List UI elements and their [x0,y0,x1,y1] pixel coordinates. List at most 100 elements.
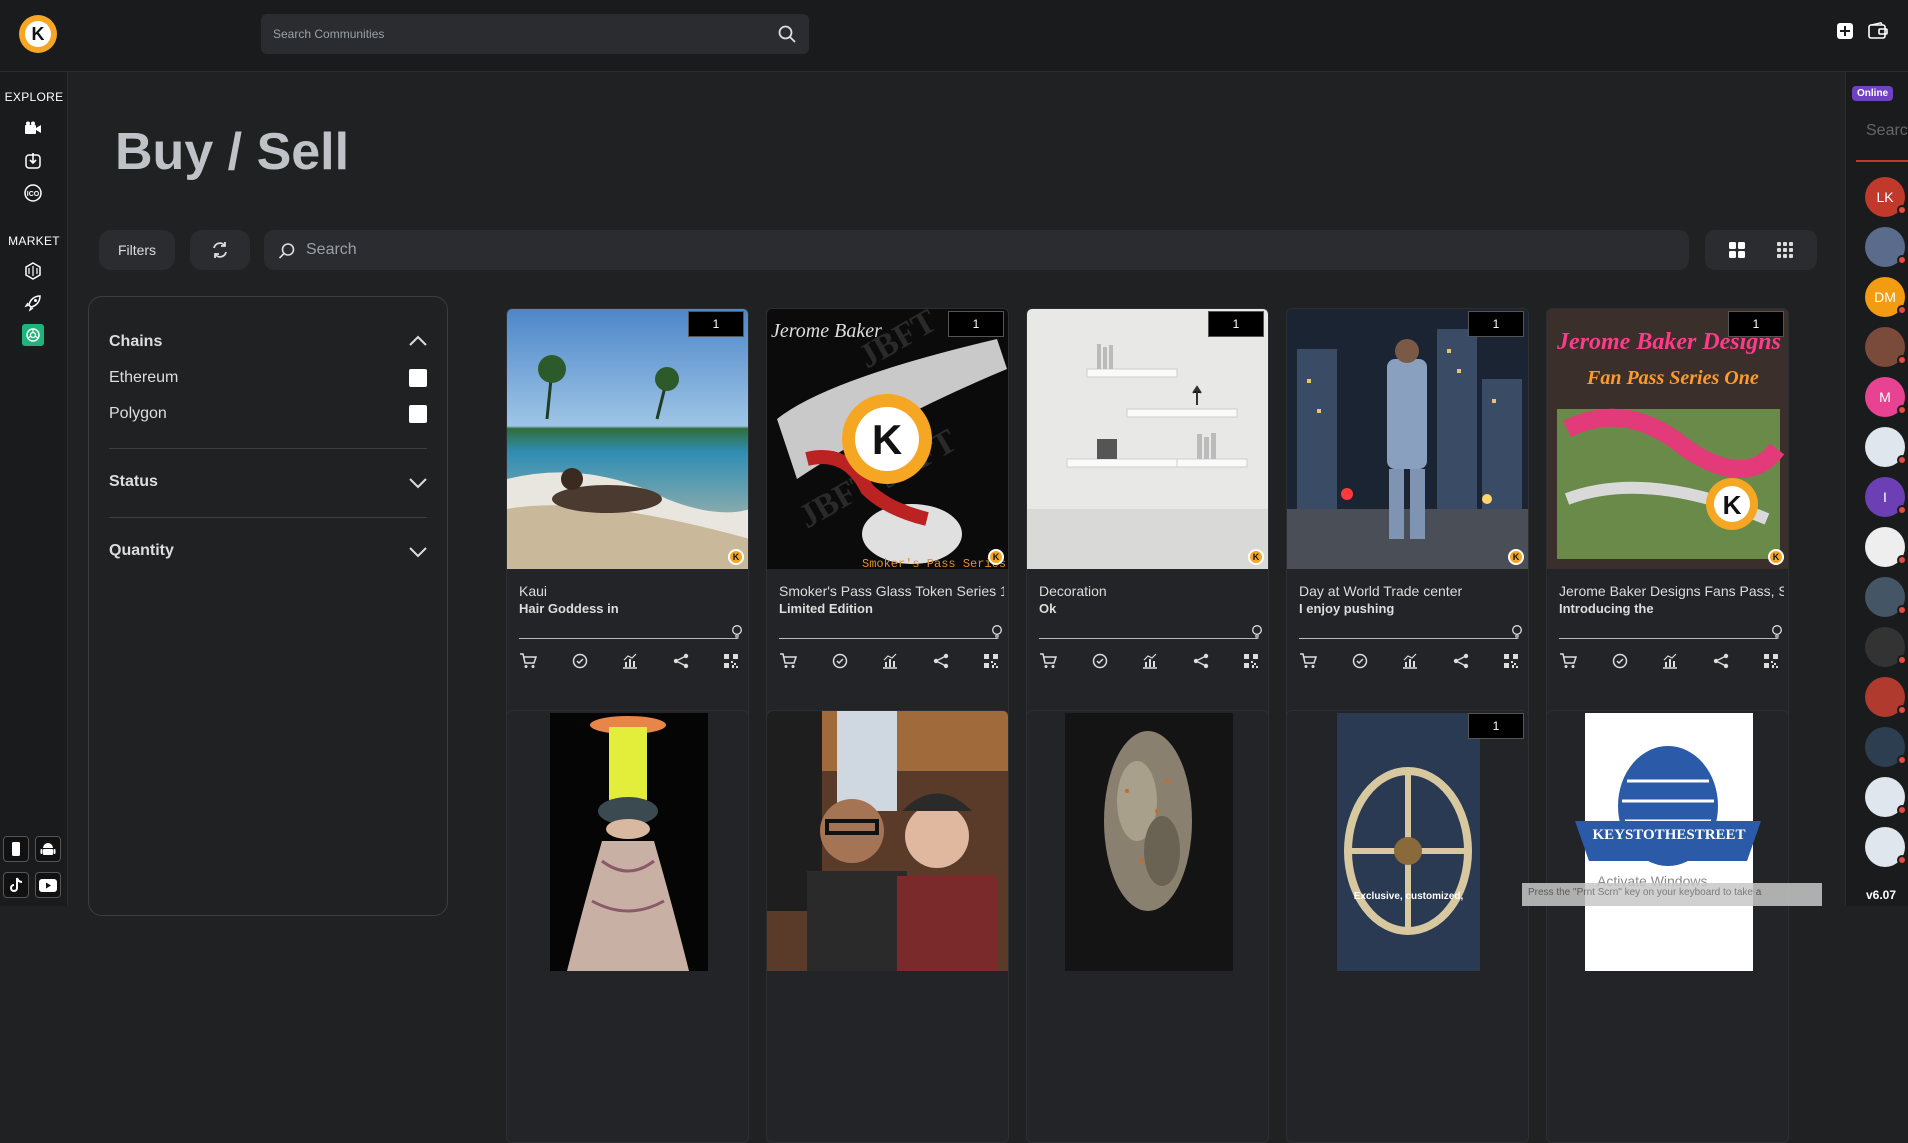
share-icon[interactable] [1453,653,1469,669]
nft-icon[interactable] [22,260,44,282]
cart-icon[interactable] [519,653,537,669]
nft-card[interactable]: 1 K Decoration Ok [1026,308,1269,741]
check-circle-icon[interactable] [1612,653,1628,669]
download-icon[interactable] [22,150,44,172]
grid-small-icon[interactable] [1776,241,1794,259]
chevron-down-icon[interactable] [409,477,427,489]
user-search-input[interactable]: Searc [1866,122,1908,140]
mobile-icon[interactable] [3,836,29,862]
nft-card[interactable]: 1 K Kaui Hair Goddess in [506,308,749,741]
cart-icon[interactable] [1299,653,1317,669]
nft-image-world-trade-center[interactable] [1287,309,1528,569]
user-avatar[interactable]: DM [1865,277,1907,317]
search-icon[interactable] [777,24,797,44]
chatgpt-icon[interactable] [22,324,44,346]
lightbulb-icon[interactable] [1771,625,1783,639]
user-avatar[interactable] [1865,677,1907,717]
grid-large-icon[interactable] [1728,241,1746,259]
offline-status-dot [1897,605,1907,615]
nft-card[interactable] [1026,710,1269,1143]
left-nav: EXPLORE ICO MARKET [0,72,68,906]
chart-icon[interactable] [882,653,898,669]
share-icon[interactable] [673,653,689,669]
nft-card[interactable]: KEYSTOTHESTREET [1546,710,1789,1143]
chains-heading[interactable]: Chains [109,333,162,351]
nft-image-friends-photo[interactable] [767,711,1008,971]
exclusive-caption: Exclusive, customized, [1353,891,1464,902]
nft-image-smokers-pass[interactable]: JBFTJBFTJBFTJerome BakerKSmoker's Pass S… [767,309,1008,569]
share-icon[interactable] [1713,653,1729,669]
user-avatar[interactable] [1865,727,1907,767]
cart-icon[interactable] [1039,653,1057,669]
chevron-up-icon[interactable] [409,335,427,347]
ico-icon[interactable]: ICO [22,182,44,204]
lightbulb-icon[interactable] [991,625,1003,639]
qr-code-icon[interactable] [1503,653,1519,669]
status-heading[interactable]: Status [109,473,158,491]
rocket-icon[interactable] [22,292,44,314]
youtube-icon[interactable] [35,872,61,898]
nft-card[interactable]: Jerome Baker Designs Fan Pass Series One K… [1546,308,1789,741]
check-circle-icon[interactable] [1092,653,1108,669]
nft-card[interactable]: Exclusive, customized, 1 [1286,710,1529,1143]
user-avatar[interactable] [1865,427,1907,467]
user-avatar[interactable] [1865,627,1907,667]
check-circle-icon[interactable] [1352,653,1368,669]
nft-image-glass-bong[interactable] [507,711,748,971]
lightbulb-icon[interactable] [1251,625,1263,639]
user-avatar[interactable] [1865,827,1907,867]
chevron-down-icon[interactable] [409,546,427,558]
card-name: Kaui [519,583,548,599]
lightbulb-icon[interactable] [1511,625,1523,639]
chart-icon[interactable] [1142,653,1158,669]
wallet-icon[interactable] [1868,22,1888,40]
refresh-button[interactable] [190,230,250,270]
nft-image-exclusive-watch[interactable]: Exclusive, customized, [1287,711,1528,971]
nft-card[interactable]: JBFTJBFTJBFTJerome BakerKSmoker's Pass S… [766,308,1009,741]
share-icon[interactable] [933,653,949,669]
chain-option-ethereum: Ethereum [109,369,179,386]
user-avatar[interactable] [1865,577,1907,617]
nft-image-cannabis-bud[interactable] [1027,711,1268,971]
qr-code-icon[interactable] [723,653,739,669]
cart-icon[interactable] [1559,653,1577,669]
qr-code-icon[interactable] [1763,653,1779,669]
nft-image-keys-to-the-street[interactable]: KEYSTOTHESTREET [1547,711,1788,971]
nft-image-decoration[interactable] [1027,309,1268,569]
market-search-input[interactable]: Search [264,230,1689,270]
user-avatar[interactable]: LK [1865,177,1907,217]
kyc-logo[interactable]: K [19,15,57,53]
filters-button[interactable]: Filters [99,230,175,270]
qr-code-icon[interactable] [1243,653,1259,669]
quantity-heading[interactable]: Quantity [109,542,174,560]
user-avatar[interactable] [1865,527,1907,567]
check-circle-icon[interactable] [572,653,588,669]
user-avatar[interactable]: M [1865,377,1907,417]
user-avatar[interactable] [1865,227,1907,267]
chart-icon[interactable] [1402,653,1418,669]
plus-square-icon[interactable] [1836,22,1854,40]
share-icon[interactable] [1193,653,1209,669]
polygon-checkbox[interactable] [409,405,427,423]
community-search-input[interactable]: Search Communities [261,14,809,54]
check-circle-icon[interactable] [832,653,848,669]
chart-icon[interactable] [1662,653,1678,669]
ethereum-checkbox[interactable] [409,369,427,387]
tiktok-icon[interactable] [3,872,29,898]
user-avatar[interactable]: I [1865,477,1907,517]
video-icon[interactable] [22,117,44,139]
nft-card[interactable]: 1 K Day at World Trade center I enjoy pu… [1286,308,1529,741]
nft-image-beach[interactable] [507,309,748,569]
nft-card[interactable] [506,710,749,1143]
nft-card[interactable] [766,710,1009,1143]
nft-image-jerome-baker-designs[interactable]: Jerome Baker Designs Fan Pass Series One K [1547,309,1788,569]
chart-icon[interactable] [622,653,638,669]
card-description: I enjoy pushing [1299,601,1395,616]
offline-status-dot [1897,405,1907,415]
cart-icon[interactable] [779,653,797,669]
qr-code-icon[interactable] [983,653,999,669]
user-avatar[interactable] [1865,777,1907,817]
android-icon[interactable] [35,836,61,862]
lightbulb-icon[interactable] [731,625,743,639]
user-avatar[interactable] [1865,327,1907,367]
